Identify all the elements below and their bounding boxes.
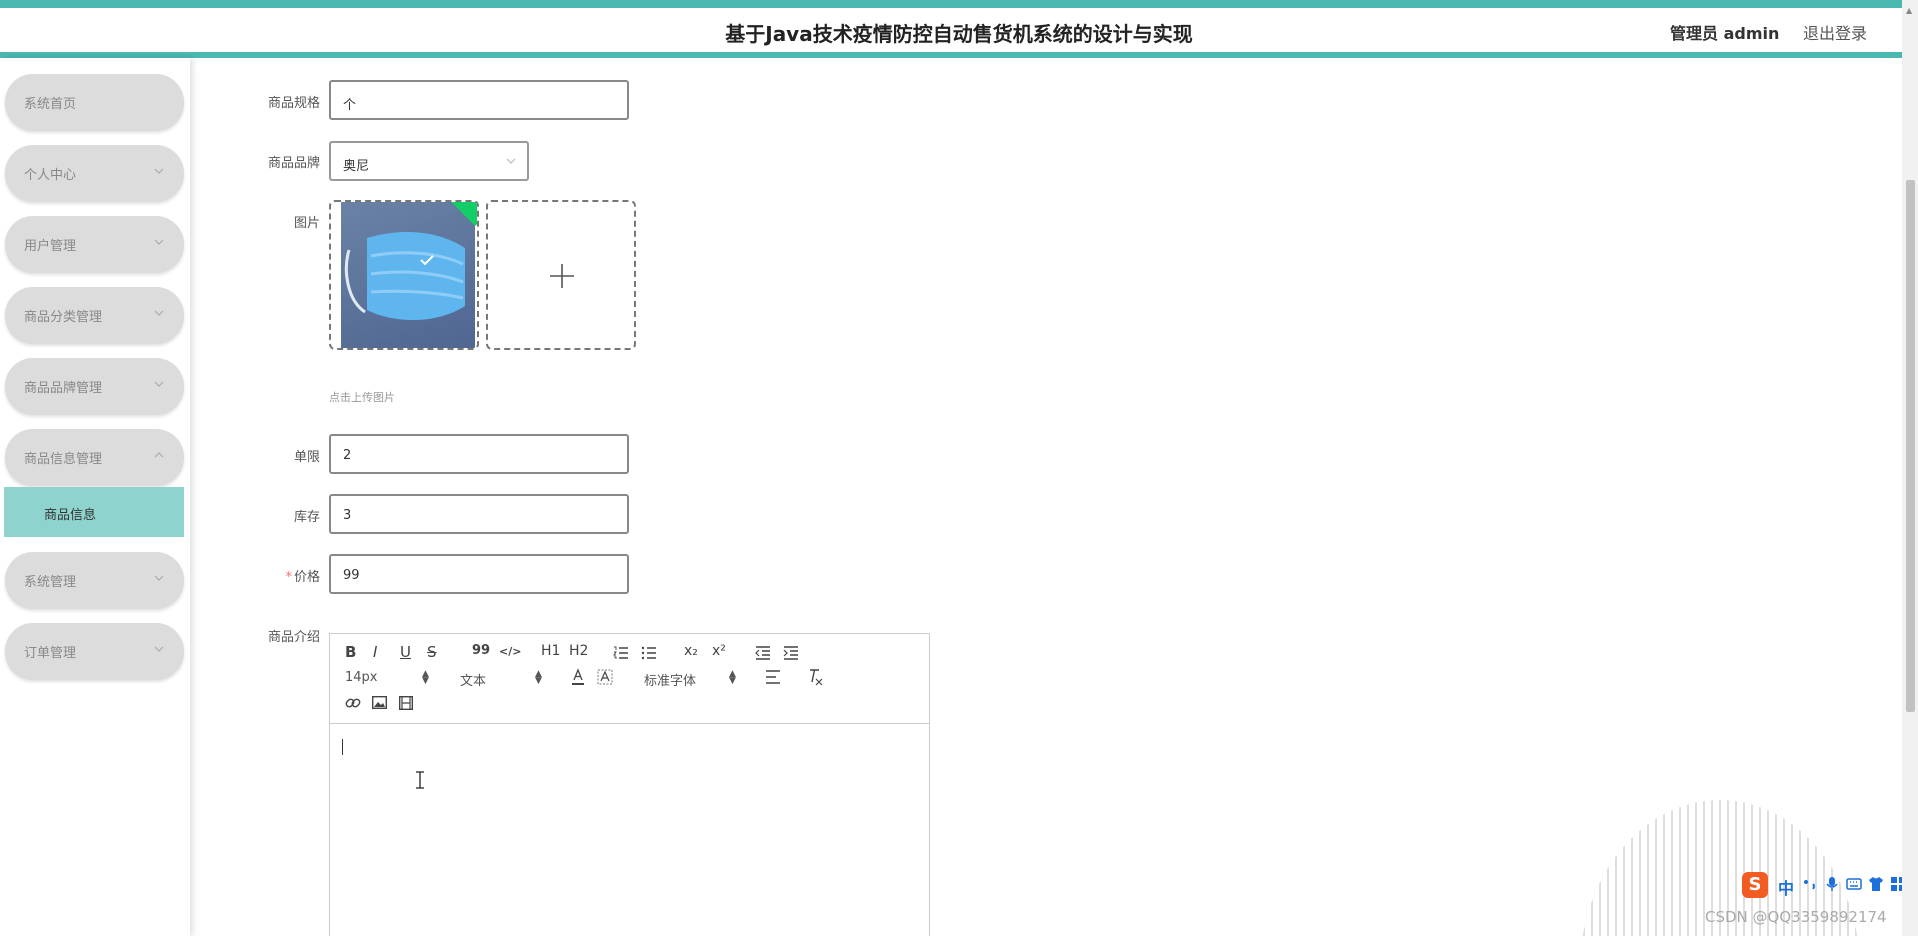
- text-caret: [342, 739, 343, 755]
- submenu-item-product-info[interactable]: 商品信息: [4, 487, 184, 537]
- price-label-text: 价格: [293, 570, 320, 585]
- scroll-up-arrow-icon[interactable]: ▲: [1906, 6, 1912, 15]
- vertical-scrollbar[interactable]: ▲: [1902, 0, 1918, 936]
- bold-button[interactable]: B: [345, 643, 356, 661]
- background-color-icon[interactable]: [597, 668, 613, 686]
- submenu-item-label: 商品信息: [44, 508, 97, 523]
- spec-input[interactable]: 个: [329, 80, 629, 120]
- header-select[interactable]: 文本: [460, 670, 486, 689]
- text-cursor-icon: [416, 771, 424, 789]
- clear-format-icon[interactable]: [807, 668, 823, 686]
- link-icon[interactable]: [345, 695, 361, 711]
- sidebar-item-label: 个人中心: [24, 168, 77, 183]
- chevron-down-icon: [154, 310, 164, 316]
- sidebar-item-label: 系统管理: [24, 575, 77, 590]
- font-family-arrows-icon: ▲ ▼: [729, 669, 736, 686]
- sidebar-item-product-info[interactable]: 商品信息管理: [5, 429, 184, 486]
- image-label: 图片: [293, 216, 320, 231]
- ime-mode-label: 中: [1778, 879, 1795, 898]
- page-title: 基于Java技术疫情防控自动售货机系统的设计与实现: [725, 22, 1193, 46]
- chevron-down-icon: [154, 381, 164, 387]
- sidebar: 系统首页 个人中心 用户管理 商品分类管理 商品品牌管理 商品信息管理 商品信息…: [0, 58, 190, 936]
- strike-button[interactable]: S: [427, 643, 437, 661]
- app-root: 基于Java技术疫情防控自动售货机系统的设计与实现 管理员 admin 退出登录…: [0, 0, 1918, 936]
- font-size-arrows-icon: ▲ ▼: [422, 669, 429, 686]
- sidebar-item-label: 商品分类管理: [24, 310, 103, 325]
- skin-shirt-icon: [1869, 877, 1883, 891]
- font-family-select[interactable]: 标准字体: [644, 670, 696, 689]
- price-label: * 价格: [200, 566, 320, 585]
- price-input[interactable]: 99: [329, 554, 629, 594]
- indent-icon[interactable]: [783, 646, 799, 660]
- ime-toolbar[interactable]: S 中: [1742, 872, 1918, 900]
- plus-icon: [550, 264, 574, 288]
- chevron-down-icon: [154, 239, 164, 245]
- sidebar-item-label: 系统首页: [24, 97, 77, 112]
- sidebar-item-profile[interactable]: 个人中心: [5, 145, 184, 202]
- sogou-logo-icon: S: [1742, 872, 1768, 898]
- align-left-icon[interactable]: [765, 670, 781, 684]
- editor-content-area[interactable]: [330, 725, 929, 936]
- sidebar-item-home[interactable]: 系统首页: [5, 74, 184, 131]
- italic-button[interactable]: I: [373, 643, 377, 661]
- uploaded-image[interactable]: [329, 200, 479, 350]
- chevron-up-icon: [154, 452, 164, 458]
- punctuation-icon: [1804, 880, 1815, 890]
- brand-select[interactable]: 奥尼: [329, 141, 529, 181]
- csdn-watermark: CSDN @QQ3359892174: [1705, 908, 1887, 926]
- sidebar-item-orders[interactable]: 订单管理: [5, 623, 184, 680]
- font-color-icon[interactable]: [571, 668, 585, 686]
- mask-thumbnail-icon: [344, 232, 465, 321]
- quote-button[interactable]: 99: [472, 643, 490, 658]
- subscript-button[interactable]: x₂: [684, 643, 698, 659]
- sidebar-item-label: 商品品牌管理: [24, 381, 103, 396]
- scrollbar-thumb[interactable]: [1906, 180, 1915, 712]
- h1-button[interactable]: H1: [541, 643, 560, 659]
- sidebar-item-label: 用户管理: [24, 239, 77, 254]
- brand-select-value: 奥尼: [343, 159, 370, 174]
- superscript-button[interactable]: x²: [712, 643, 726, 659]
- chevron-down-icon: [154, 168, 164, 174]
- sidebar-item-label: 商品信息管理: [24, 452, 103, 467]
- header-arrows-icon: ▲ ▼: [535, 669, 542, 686]
- upload-hint: 点击上传图片: [329, 391, 395, 404]
- h2-button[interactable]: H2: [569, 643, 588, 659]
- underline-button[interactable]: U: [400, 643, 411, 661]
- sidebar-item-users[interactable]: 用户管理: [5, 216, 184, 273]
- intro-label: 商品介绍: [267, 630, 320, 645]
- required-mark: *: [285, 570, 292, 585]
- code-button[interactable]: </>: [499, 645, 521, 658]
- ordered-list-icon[interactable]: [613, 646, 629, 660]
- sidebar-item-category[interactable]: 商品分类管理: [5, 287, 184, 344]
- sidebar-item-brand[interactable]: 商品品牌管理: [5, 358, 184, 415]
- image-icon[interactable]: [372, 696, 387, 709]
- outdent-icon[interactable]: [755, 646, 771, 660]
- stock-input[interactable]: 3: [329, 494, 629, 534]
- limit-input[interactable]: 2: [329, 434, 629, 474]
- video-icon[interactable]: [399, 696, 413, 710]
- chevron-down-icon: [154, 646, 164, 652]
- spec-label: 商品规格: [267, 96, 320, 111]
- brand-label: 商品品牌: [267, 156, 320, 171]
- chevron-down-icon: [154, 575, 164, 581]
- top-header: 基于Java技术疫情防控自动售货机系统的设计与实现 管理员 admin 退出登录: [0, 0, 1918, 58]
- bullet-list-icon[interactable]: [641, 646, 657, 660]
- chevron-down-icon: [506, 158, 516, 164]
- limit-label: 单限: [293, 450, 320, 465]
- keyboard-icon: [1846, 878, 1862, 890]
- font-size-select[interactable]: 14px: [345, 670, 378, 685]
- logout-link[interactable]: 退出登录: [1803, 20, 1867, 44]
- editor-toolbar: B I U S 99 </> H1 H2 x₂ x² 14px ▲ ▼ 文本 ▲ ▼…: [330, 634, 929, 724]
- sidebar-item-label: 订单管理: [24, 646, 77, 661]
- microphone-icon: [1826, 877, 1838, 891]
- sidebar-item-system[interactable]: 系统管理: [5, 552, 184, 609]
- stock-label: 库存: [293, 510, 320, 525]
- current-user-label: 管理员 admin: [1670, 24, 1780, 43]
- image-upload-button[interactable]: [486, 200, 636, 350]
